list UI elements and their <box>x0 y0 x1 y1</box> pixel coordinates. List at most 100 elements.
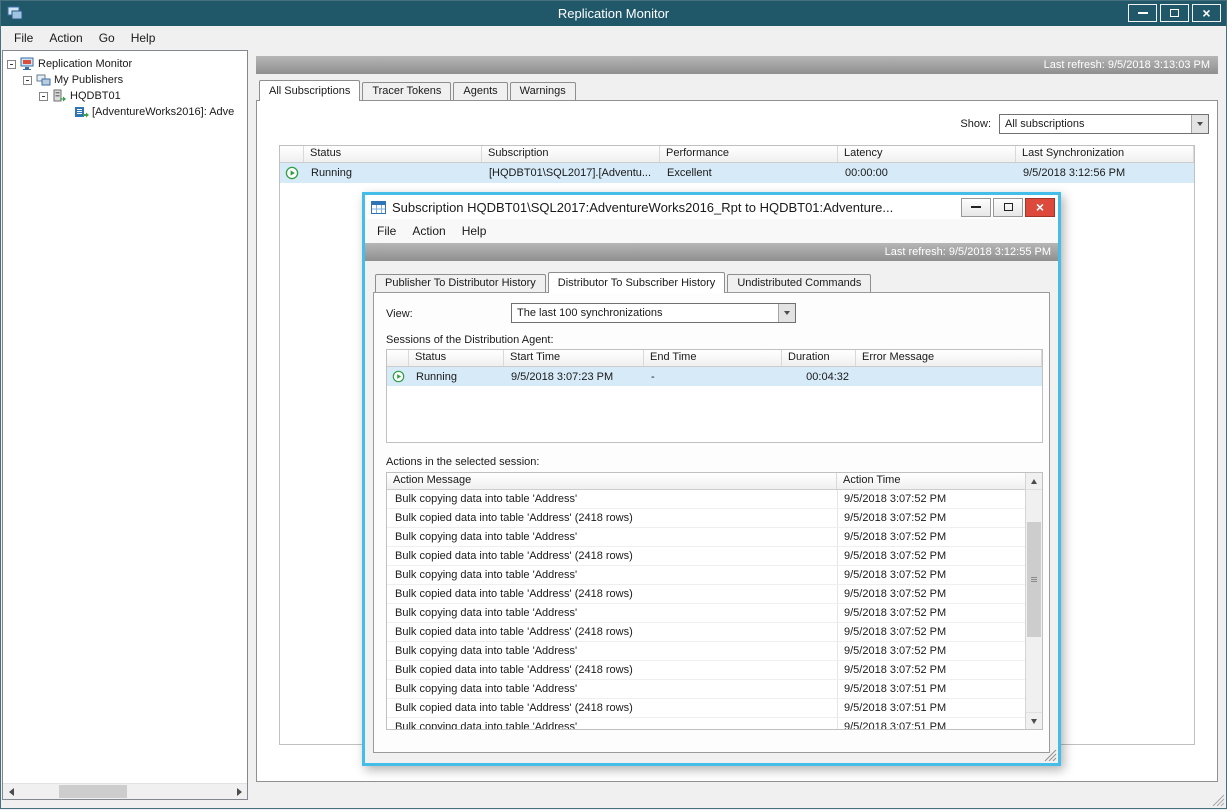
column-header-status[interactable]: Status <box>409 350 504 366</box>
cell-action-time: 9/5/2018 3:07:52 PM <box>837 547 1027 565</box>
column-header-status[interactable]: Status <box>304 146 482 162</box>
column-header-start-time[interactable]: Start Time <box>504 350 644 366</box>
action-row[interactable]: Bulk copying data into table 'Address'9/… <box>387 604 1042 623</box>
arrow-down-icon <box>1031 719 1037 724</box>
cell-action-message: Bulk copied data into table 'Address' (2… <box>387 661 837 679</box>
action-row[interactable]: Bulk copied data into table 'Address' (2… <box>387 585 1042 604</box>
action-row[interactable]: Bulk copied data into table 'Address' (2… <box>387 547 1042 566</box>
scroll-right-button[interactable] <box>231 784 247 799</box>
action-row[interactable]: Bulk copied data into table 'Address' (2… <box>387 661 1042 680</box>
menu-file[interactable]: File <box>6 28 41 48</box>
menu-go[interactable]: Go <box>91 28 123 48</box>
dialog-minimize-button[interactable] <box>961 198 991 217</box>
action-row[interactable]: Bulk copied data into table 'Address' (2… <box>387 699 1042 718</box>
column-header-action-message[interactable]: Action Message <box>387 473 837 489</box>
minimize-icon <box>1138 12 1148 14</box>
action-row[interactable]: Bulk copying data into table 'Address'9/… <box>387 490 1042 509</box>
view-combobox[interactable]: The last 100 synchronizations <box>511 303 796 323</box>
action-row[interactable]: Bulk copied data into table 'Address' (2… <box>387 509 1042 528</box>
cell-action-time: 9/5/2018 3:07:52 PM <box>837 490 1027 508</box>
cell-action-time: 9/5/2018 3:07:52 PM <box>837 642 1027 660</box>
tab-publisher-to-distributor-history[interactable]: Publisher To Distributor History <box>375 274 546 292</box>
column-header-duration[interactable]: Duration <box>782 350 856 366</box>
minimize-icon <box>971 206 981 208</box>
column-header-action-time[interactable]: Action Time <box>837 473 1027 489</box>
scroll-left-button[interactable] <box>3 784 19 799</box>
dialog-close-button[interactable]: × <box>1025 198 1055 217</box>
column-header-latency[interactable]: Latency <box>838 146 1016 162</box>
minimize-button[interactable] <box>1128 4 1157 22</box>
window-resize-grip[interactable] <box>1211 793 1225 807</box>
collapse-toggle-icon[interactable] <box>7 60 16 69</box>
distributor-to-subscriber-panel: View: The last 100 synchronizations Sess… <box>373 292 1050 753</box>
action-row[interactable]: Bulk copied data into table 'Address' (2… <box>387 623 1042 642</box>
column-header-error-message[interactable]: Error Message <box>856 350 1042 366</box>
column-header-performance[interactable]: Performance <box>660 146 838 162</box>
actions-grid-body: Bulk copying data into table 'Address'9/… <box>387 490 1042 730</box>
window-controls: × <box>1128 4 1221 22</box>
cell-action-time: 9/5/2018 3:07:52 PM <box>837 661 1027 679</box>
column-header-last-synchronization[interactable]: Last Synchronization <box>1016 146 1194 162</box>
cell-action-message: Bulk copied data into table 'Address' (2… <box>387 699 837 717</box>
actions-vertical-scrollbar[interactable] <box>1025 473 1042 729</box>
scroll-down-button[interactable] <box>1026 712 1042 729</box>
menu-help[interactable]: Help <box>123 28 164 48</box>
actions-grid: Action Message Action Time Bulk copying … <box>386 472 1043 730</box>
chevron-down-icon[interactable] <box>778 304 795 322</box>
scrollbar-thumb[interactable] <box>59 785 127 798</box>
publisher-tree-panel: Replication Monitor My Publishers HQDBT0… <box>2 50 248 800</box>
action-row[interactable]: Bulk copying data into table 'Address'9/… <box>387 566 1042 585</box>
column-header-subscription[interactable]: Subscription <box>482 146 660 162</box>
subscription-row[interactable]: Running [HQDBT01\SQL2017].[Adventu... Ex… <box>280 163 1194 183</box>
maximize-button[interactable] <box>1160 4 1189 22</box>
dialog-maximize-button[interactable] <box>993 198 1023 217</box>
tab-agents[interactable]: Agents <box>453 82 507 100</box>
running-status-icon <box>280 166 304 180</box>
session-row[interactable]: Running 9/5/2018 3:07:23 PM - 00:04:32 <box>387 367 1042 386</box>
tab-all-subscriptions[interactable]: All Subscriptions <box>259 80 360 101</box>
tree-item-replication-monitor[interactable]: Replication Monitor <box>3 56 247 72</box>
main-titlebar: Replication Monitor × <box>1 1 1226 26</box>
tree-item-adventureworks2016[interactable]: [AdventureWorks2016]: Adve <box>3 104 247 120</box>
cell-last-synchronization: 9/5/2018 3:12:56 PM <box>1016 165 1194 181</box>
close-button[interactable]: × <box>1192 4 1221 22</box>
subscription-detail-dialog: Subscription HQDBT01\SQL2017:AdventureWo… <box>362 192 1061 766</box>
action-row[interactable]: Bulk copying data into table 'Address'9/… <box>387 642 1042 661</box>
cell-action-message: Bulk copying data into table 'Address' <box>387 566 837 584</box>
action-row[interactable]: Bulk copying data into table 'Address'9/… <box>387 718 1042 730</box>
dialog-menu-action[interactable]: Action <box>404 221 453 241</box>
cell-action-time: 9/5/2018 3:07:52 PM <box>837 509 1027 527</box>
tab-distributor-to-subscriber-history[interactable]: Distributor To Subscriber History <box>548 272 726 293</box>
collapse-toggle-icon[interactable] <box>23 76 32 85</box>
tree-item-hqdbt01[interactable]: HQDBT01 <box>3 88 247 104</box>
dialog-menu-help[interactable]: Help <box>454 221 495 241</box>
tab-warnings[interactable]: Warnings <box>510 82 576 100</box>
cell-action-time: 9/5/2018 3:07:52 PM <box>837 566 1027 584</box>
table-grid-icon <box>371 201 386 214</box>
cell-action-message: Bulk copying data into table 'Address' <box>387 680 837 698</box>
collapse-toggle-icon[interactable] <box>39 92 48 101</box>
cell-action-time: 9/5/2018 3:07:52 PM <box>837 623 1027 641</box>
column-header-status-icon[interactable] <box>280 146 304 162</box>
dialog-resize-grip[interactable] <box>1043 748 1057 762</box>
scroll-up-button[interactable] <box>1026 473 1042 490</box>
menu-action[interactable]: Action <box>41 28 90 48</box>
show-combobox[interactable]: All subscriptions <box>999 114 1209 134</box>
dialog-menu-file[interactable]: File <box>369 221 404 241</box>
last-refresh-bar: Last refresh: 9/5/2018 3:13:03 PM <box>256 56 1218 74</box>
scrollbar-thumb[interactable] <box>1027 522 1041 637</box>
thumb-grip-icon <box>1031 577 1037 578</box>
tree-horizontal-scrollbar[interactable] <box>3 783 247 799</box>
actions-grid-header: Action Message Action Time <box>387 473 1042 490</box>
publisher-tree: Replication Monitor My Publishers HQDBT0… <box>3 51 247 120</box>
tab-tracer-tokens[interactable]: Tracer Tokens <box>362 82 451 100</box>
tree-item-my-publishers[interactable]: My Publishers <box>3 72 247 88</box>
action-row[interactable]: Bulk copying data into table 'Address'9/… <box>387 528 1042 547</box>
tab-undistributed-commands[interactable]: Undistributed Commands <box>727 274 871 292</box>
app-icon <box>7 5 23 21</box>
action-row[interactable]: Bulk copying data into table 'Address'9/… <box>387 680 1042 699</box>
actions-label: Actions in the selected session: <box>386 456 539 468</box>
column-header-end-time[interactable]: End Time <box>644 350 782 366</box>
chevron-down-icon[interactable] <box>1191 115 1208 133</box>
column-header-status-icon[interactable] <box>387 350 409 366</box>
